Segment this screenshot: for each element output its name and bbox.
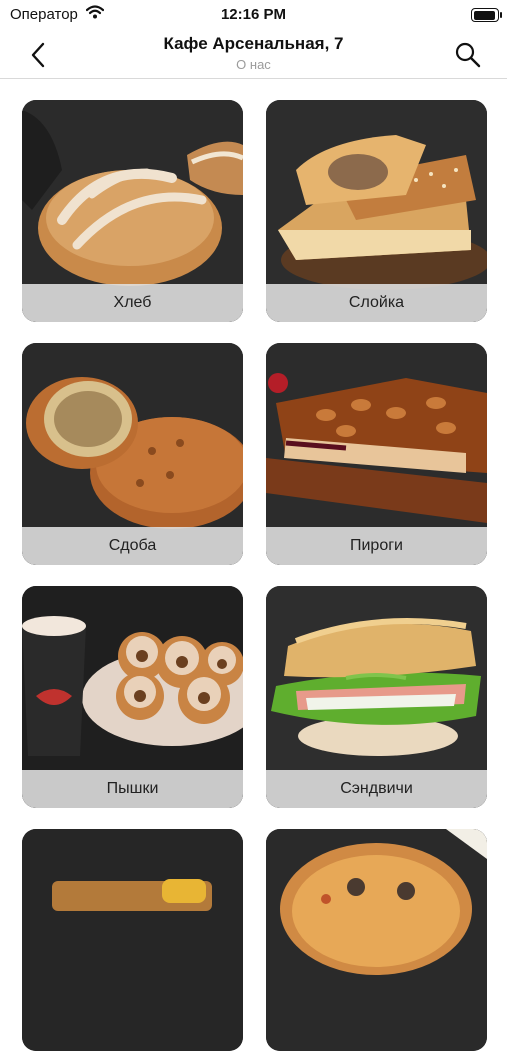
category-card-pizza[interactable] [266,829,487,1051]
category-label: Пышки [22,770,243,808]
category-card-buns[interactable]: Сдоба [22,343,243,565]
status-time: 12:16 PM [220,6,287,23]
navigation-bar: Кафе Арсенальная, 7 О нас [0,30,507,79]
category-label: Сдоба [22,527,243,565]
category-card-bread[interactable]: Хлеб [22,100,243,322]
search-icon[interactable] [451,38,485,72]
category-label: Слойка [266,284,487,322]
category-card-pastry-box[interactable] [22,829,243,1051]
category-card-puff-pastry[interactable]: Слойка [266,100,487,322]
status-bar: Оператор 12:16 PM [0,0,507,30]
category-label: Сэндвичи [266,770,487,808]
category-card-pies[interactable]: Пироги [266,343,487,565]
page-title: Кафе Арсенальная, 7 [163,34,344,53]
category-card-sandwiches[interactable]: Сэндвичи [266,586,487,808]
battery-icon [471,8,502,22]
category-card-donuts[interactable]: Пышки [22,586,243,808]
pizza-photo [266,829,487,1051]
category-label: Хлеб [22,284,243,322]
category-label: Пироги [266,527,487,565]
page-subtitle[interactable]: О нас [0,57,507,72]
pastry-box-photo [22,829,243,1051]
